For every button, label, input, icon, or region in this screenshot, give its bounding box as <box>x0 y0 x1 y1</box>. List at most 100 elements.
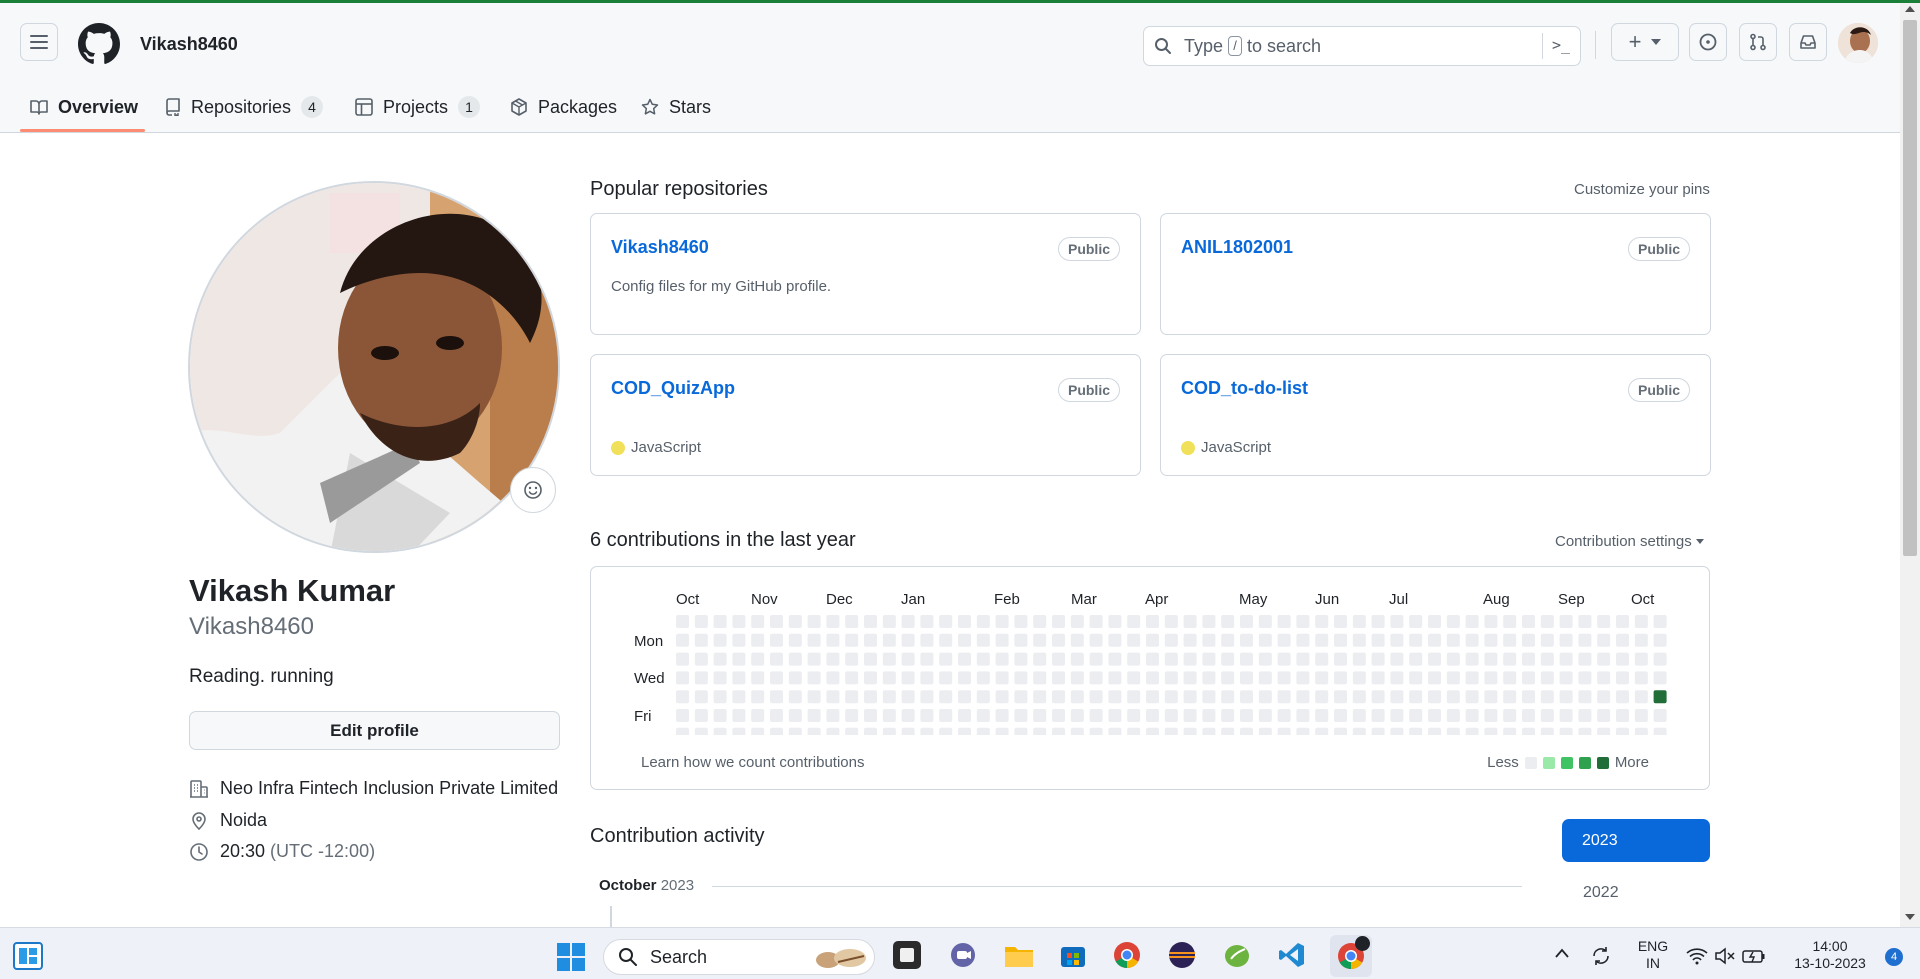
contribution-day[interactable] <box>1371 709 1385 722</box>
contribution-day[interactable] <box>1559 727 1573 735</box>
contribution-day[interactable] <box>826 727 840 735</box>
contribution-day[interactable] <box>1371 671 1385 685</box>
contribution-day[interactable] <box>1183 633 1197 647</box>
contribution-day[interactable] <box>826 615 840 628</box>
contribution-day[interactable] <box>713 727 727 735</box>
contribution-day[interactable] <box>995 615 1009 628</box>
contribution-day[interactable] <box>713 652 727 666</box>
contribution-day[interactable] <box>1334 633 1347 647</box>
contribution-day[interactable] <box>807 709 821 722</box>
contribution-day[interactable] <box>1183 615 1197 628</box>
contribution-day[interactable] <box>788 652 802 666</box>
contribution-day[interactable] <box>751 727 765 735</box>
contribution-day[interactable] <box>713 671 727 685</box>
contribution-day[interactable] <box>770 633 783 647</box>
scrollbar-thumb[interactable] <box>1903 20 1917 556</box>
contribution-day[interactable] <box>1240 709 1253 722</box>
contribution-day[interactable] <box>1315 727 1329 735</box>
contribution-day[interactable] <box>1127 671 1141 685</box>
contribution-day[interactable] <box>1371 727 1385 735</box>
set-status-button[interactable] <box>510 467 556 513</box>
contribution-day[interactable] <box>694 633 708 647</box>
contribution-day[interactable] <box>1465 709 1479 722</box>
contribution-day[interactable] <box>1503 727 1517 735</box>
contribution-day[interactable] <box>958 652 971 666</box>
contribution-day[interactable] <box>1202 652 1216 666</box>
contribution-day[interactable] <box>995 652 1009 666</box>
contribution-day[interactable] <box>1033 690 1047 704</box>
contribution-day[interactable] <box>1597 652 1611 666</box>
contribution-day[interactable] <box>1390 671 1404 685</box>
contribution-day[interactable] <box>1522 727 1535 735</box>
contribution-settings-dropdown[interactable]: Contribution settings <box>1555 533 1704 550</box>
contribution-day[interactable] <box>901 727 915 735</box>
contribution-day[interactable] <box>807 690 821 704</box>
contribution-day[interactable] <box>1108 652 1122 666</box>
contribution-day[interactable] <box>1559 615 1573 628</box>
contribution-day[interactable] <box>1503 671 1517 685</box>
contribution-day[interactable] <box>1540 671 1554 685</box>
contribution-day[interactable] <box>1164 671 1178 685</box>
contribution-day[interactable] <box>1578 633 1592 647</box>
contribution-day[interactable] <box>1522 671 1535 685</box>
contribution-day[interactable] <box>1653 615 1667 628</box>
contribution-day[interactable] <box>1446 652 1460 666</box>
contribution-day[interactable] <box>807 652 821 666</box>
contribution-day[interactable] <box>1146 671 1159 685</box>
contribution-day[interactable] <box>1428 690 1441 704</box>
contribution-day[interactable] <box>1146 709 1159 722</box>
contribution-day[interactable] <box>1127 727 1141 735</box>
contribution-day[interactable] <box>901 690 915 704</box>
contribution-day[interactable] <box>1089 727 1103 735</box>
contribution-day[interactable] <box>694 652 708 666</box>
contribution-day[interactable] <box>1409 652 1423 666</box>
contribution-day[interactable] <box>958 615 971 628</box>
contribution-day[interactable] <box>958 671 971 685</box>
contribution-day[interactable] <box>901 709 915 722</box>
contribution-day[interactable] <box>1634 690 1648 704</box>
contribution-day[interactable] <box>1127 615 1141 628</box>
contribution-day[interactable] <box>1127 652 1141 666</box>
sync-icon[interactable] <box>1590 945 1612 967</box>
contribution-day[interactable] <box>826 671 840 685</box>
contribution-day[interactable] <box>1221 709 1235 722</box>
contribution-day[interactable] <box>1616 727 1629 735</box>
task-view-icon[interactable] <box>893 941 921 969</box>
contribution-day[interactable] <box>1033 671 1047 685</box>
contribution-day[interactable] <box>1653 709 1667 722</box>
contribution-day[interactable] <box>1634 615 1648 628</box>
contribution-day[interactable] <box>1578 652 1592 666</box>
contribution-day[interactable] <box>976 652 990 666</box>
contribution-day[interactable] <box>1503 690 1517 704</box>
contribution-day[interactable] <box>1277 727 1291 735</box>
contribution-day[interactable] <box>939 615 953 628</box>
battery-charging-icon[interactable] <box>1742 947 1766 965</box>
contribution-day[interactable] <box>1578 727 1592 735</box>
contribution-day[interactable] <box>920 652 934 666</box>
contribution-day[interactable] <box>1484 652 1498 666</box>
contribution-day[interactable] <box>1428 652 1441 666</box>
contribution-day[interactable] <box>751 633 765 647</box>
contribution-day[interactable] <box>1334 671 1347 685</box>
contribution-day[interactable] <box>1221 690 1235 704</box>
contribution-day[interactable] <box>1108 690 1122 704</box>
tab-stars[interactable]: Stars <box>641 85 711 129</box>
contribution-day[interactable] <box>788 690 802 704</box>
contribution-day[interactable] <box>1522 652 1535 666</box>
contribution-day[interactable] <box>788 615 802 628</box>
contribution-day[interactable] <box>1540 633 1554 647</box>
contribution-day[interactable] <box>1277 671 1291 685</box>
contribution-day[interactable] <box>1052 727 1065 735</box>
contribution-day[interactable] <box>1127 709 1141 722</box>
contribution-day[interactable] <box>1052 709 1065 722</box>
chrome-icon[interactable] <box>1113 941 1141 969</box>
contribution-day[interactable] <box>1240 690 1253 704</box>
contribution-day[interactable] <box>882 727 896 735</box>
contribution-day[interactable] <box>1334 652 1347 666</box>
contribution-day[interactable] <box>901 633 915 647</box>
contribution-day[interactable] <box>1127 633 1141 647</box>
contribution-day[interactable] <box>1315 671 1329 685</box>
menu-button[interactable] <box>20 23 58 61</box>
search-input[interactable]: Type / to search >_ <box>1143 26 1581 66</box>
contribution-day[interactable] <box>1540 652 1554 666</box>
